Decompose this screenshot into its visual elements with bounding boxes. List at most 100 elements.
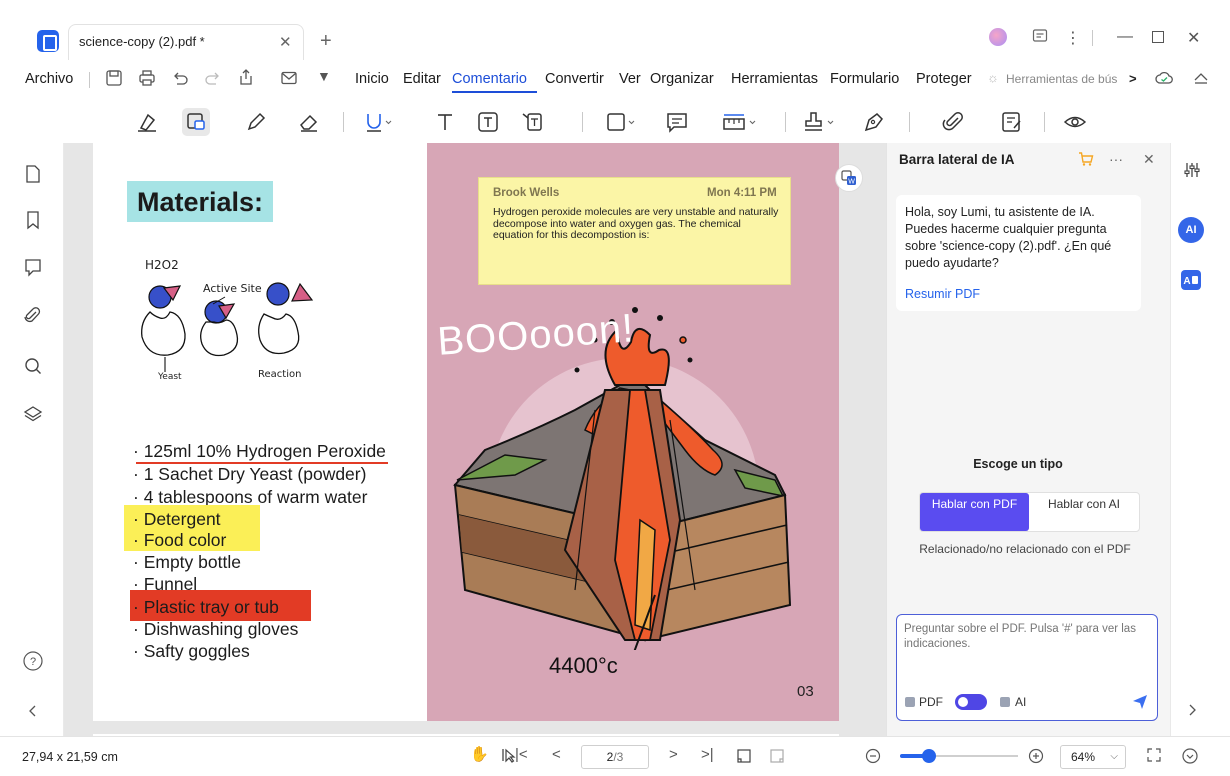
- menu-herramientas[interactable]: Herramientas: [731, 71, 818, 87]
- ai-question-input[interactable]: [904, 622, 1150, 682]
- zoom-level-select[interactable]: 64% ⌵: [1060, 745, 1126, 769]
- view-mode-chevron-icon[interactable]: [1181, 747, 1199, 765]
- text-tool-icon[interactable]: [431, 108, 459, 136]
- ai-assistant-button[interactable]: AI: [1178, 217, 1204, 243]
- next-page-icon[interactable]: >: [669, 746, 678, 763]
- pencil-tool-icon[interactable]: [242, 108, 270, 136]
- divider: [1092, 30, 1093, 46]
- list-item: · Empty bottle: [133, 552, 241, 572]
- divider: [1044, 112, 1045, 132]
- chat-with-ai-option[interactable]: Hablar con AI: [1030, 493, 1138, 531]
- more-vertical-icon[interactable]: ⋮: [1065, 28, 1081, 48]
- translate-float-button[interactable]: W: [835, 164, 863, 192]
- expand-right-icon[interactable]: [1182, 700, 1202, 720]
- fullscreen-icon[interactable]: [1146, 747, 1162, 763]
- underline-tool-icon[interactable]: [361, 108, 392, 136]
- collapse-ribbon-icon[interactable]: [1193, 70, 1209, 84]
- ai-sidebar-title: Barra lateral de IA: [899, 152, 1015, 167]
- measure-tool-icon[interactable]: [721, 108, 756, 136]
- cloud-sync-icon[interactable]: [1155, 70, 1173, 86]
- menu-formulario[interactable]: Formulario: [830, 71, 899, 87]
- prev-page-icon[interactable]: <: [552, 746, 561, 763]
- eraser-tool-icon[interactable]: [295, 108, 323, 136]
- first-page-icon[interactable]: |<: [515, 746, 528, 763]
- more-options-icon[interactable]: ···: [1109, 151, 1123, 167]
- maximize-icon[interactable]: [1152, 31, 1164, 43]
- menu-more-arrow[interactable]: >: [1129, 71, 1137, 86]
- fit-width-icon[interactable]: [769, 748, 785, 764]
- avatar[interactable]: [989, 28, 1007, 46]
- chat-with-pdf-option[interactable]: Hablar con PDF: [920, 493, 1029, 531]
- diagram-label-active-site: Active Site: [203, 282, 262, 295]
- fit-page-icon[interactable]: [736, 748, 752, 764]
- translate-icon[interactable]: A: [1181, 270, 1201, 290]
- toggle-label-ai: AI: [1015, 695, 1027, 709]
- feedback-icon[interactable]: [1032, 28, 1048, 44]
- textbox-tool-icon[interactable]: [474, 108, 502, 136]
- menu-comentario[interactable]: Comentario: [452, 71, 527, 87]
- menu-convertir[interactable]: Convertir: [545, 71, 604, 87]
- properties-sliders-icon[interactable]: [1182, 160, 1202, 180]
- page-number: 03: [797, 683, 814, 700]
- page-dimensions: 27,94 x 21,59 cm: [22, 750, 118, 764]
- list-item: · Safty goggles: [133, 641, 250, 661]
- help-icon[interactable]: ?: [22, 650, 44, 672]
- page-thumbnail-icon[interactable]: [22, 163, 44, 185]
- menu-organizar[interactable]: Organizar: [650, 71, 714, 87]
- list-item: · Plastic tray or tub: [133, 597, 279, 617]
- zoom-out-icon[interactable]: [864, 747, 882, 765]
- chevron-down-icon: ⌵: [1110, 751, 1118, 762]
- menu-ver[interactable]: Ver: [619, 71, 641, 87]
- send-icon[interactable]: [1132, 694, 1148, 710]
- callout-tool-icon[interactable]: [518, 108, 546, 136]
- bookmark-icon[interactable]: [22, 209, 44, 231]
- print-icon[interactable]: [138, 69, 156, 87]
- pdf-ai-toggle[interactable]: [955, 694, 987, 710]
- attachments-icon[interactable]: [22, 305, 44, 327]
- svg-text:A: A: [1183, 276, 1190, 287]
- form-note-icon[interactable]: [998, 108, 1026, 136]
- menu-inicio[interactable]: Inicio: [355, 71, 389, 87]
- cart-icon[interactable]: [1078, 151, 1094, 167]
- shape-tool-icon[interactable]: [604, 108, 635, 136]
- materials-title: Materials:: [127, 181, 274, 222]
- menu-proteger[interactable]: Proteger: [916, 71, 972, 87]
- collapse-left-icon[interactable]: [22, 700, 44, 722]
- new-tab-icon[interactable]: +: [320, 30, 332, 53]
- layers-icon[interactable]: [22, 403, 44, 425]
- save-icon[interactable]: [105, 69, 123, 87]
- quick-access-dropdown-icon[interactable]: ▼: [317, 68, 331, 84]
- last-page-icon[interactable]: >|: [701, 746, 714, 763]
- attachment-icon[interactable]: [940, 108, 968, 136]
- select-tool-icon[interactable]: [500, 747, 516, 763]
- area-highlight-tool-icon[interactable]: [182, 108, 210, 136]
- menu-file[interactable]: Archivo: [25, 71, 73, 87]
- left-sidebar: [0, 143, 64, 736]
- zoom-in-icon[interactable]: [1027, 747, 1045, 765]
- summarize-pdf-link[interactable]: Resumir PDF: [905, 287, 980, 301]
- share-icon[interactable]: [237, 68, 255, 86]
- comment-note-icon[interactable]: [663, 108, 691, 136]
- search-icon[interactable]: [22, 355, 44, 377]
- divider: [343, 112, 344, 132]
- temperature-label: 4400°c: [549, 653, 618, 678]
- page-number-input[interactable]: 2/3: [581, 745, 649, 769]
- zoom-level: 64%: [1071, 750, 1096, 764]
- close-window-icon[interactable]: ✕: [1187, 28, 1200, 48]
- zoom-slider-thumb[interactable]: [922, 749, 936, 763]
- redo-icon[interactable]: [204, 69, 222, 87]
- tools-search-input[interactable]: Herramientas de bús: [1006, 72, 1117, 86]
- stamp-tool-icon[interactable]: [801, 108, 834, 136]
- menu-editar[interactable]: Editar: [403, 71, 441, 87]
- divider: [909, 112, 910, 132]
- mail-icon[interactable]: [280, 69, 298, 87]
- view-eye-icon[interactable]: [1061, 108, 1089, 136]
- comments-icon[interactable]: [22, 256, 44, 278]
- tab-close-icon[interactable]: ✕: [279, 33, 292, 51]
- undo-icon[interactable]: [171, 69, 189, 87]
- hand-tool-icon[interactable]: ✋: [470, 745, 489, 763]
- close-panel-icon[interactable]: ✕: [1143, 151, 1155, 168]
- minimize-icon[interactable]: —: [1117, 28, 1133, 46]
- highlight-tool-icon[interactable]: [133, 108, 161, 136]
- signature-pen-icon[interactable]: [860, 108, 888, 136]
